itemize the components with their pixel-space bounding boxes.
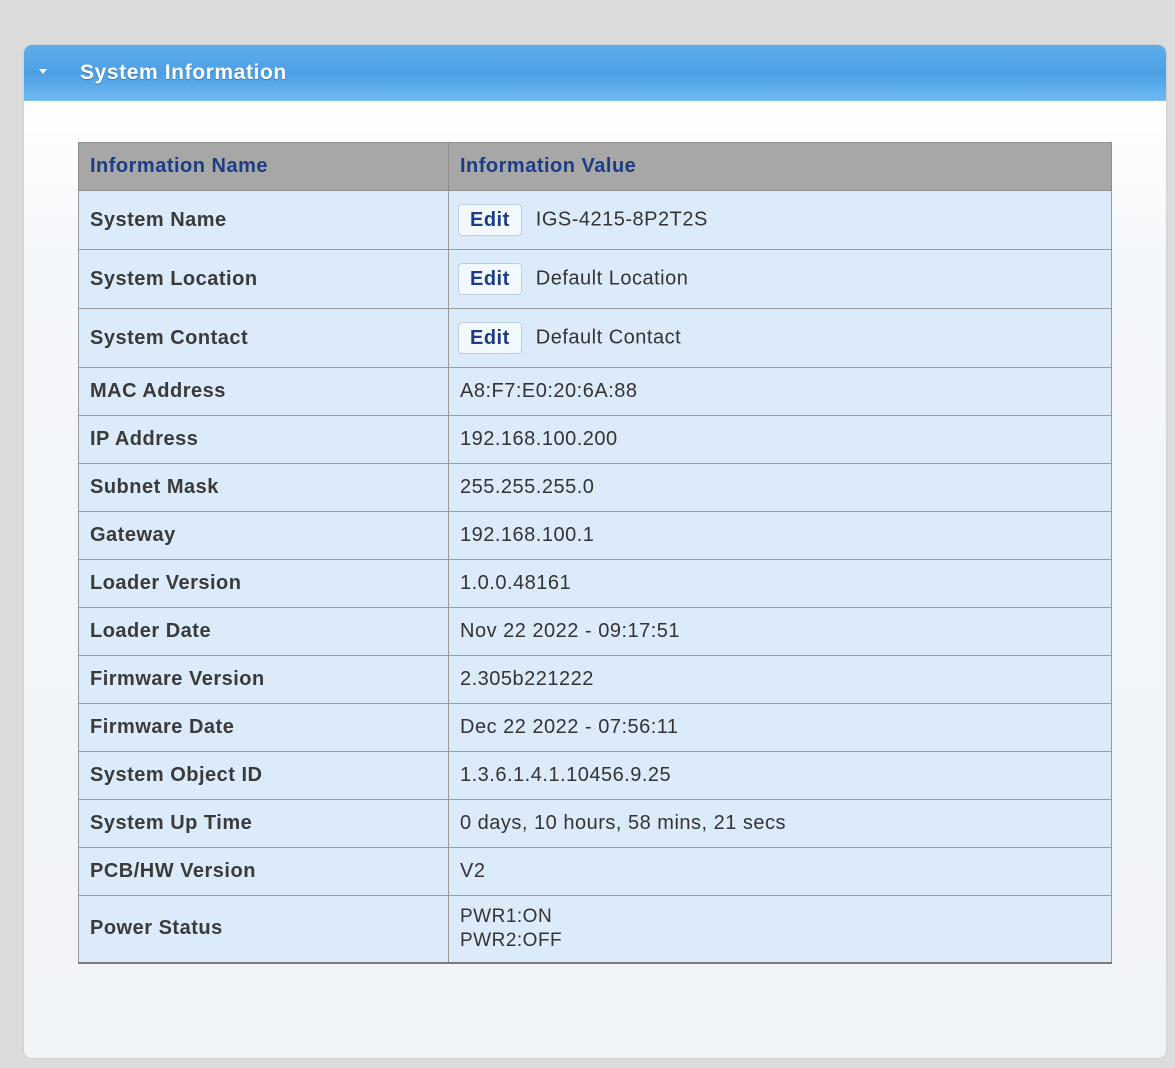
table-row: IP Address 192.168.100.200 bbox=[78, 415, 1112, 464]
info-name: Gateway bbox=[78, 511, 449, 560]
info-value: 0 days, 10 hours, 58 mins, 21 secs bbox=[448, 799, 1112, 848]
table-row: System Up Time 0 days, 10 hours, 58 mins… bbox=[78, 799, 1112, 848]
edit-system-contact-button[interactable]: Edit bbox=[458, 322, 522, 354]
caret-down-icon[interactable] bbox=[39, 69, 47, 74]
info-value: IGS-4215-8P2T2S bbox=[535, 208, 708, 231]
panel-title: System Information bbox=[80, 61, 287, 84]
info-value-cell: Edit Default Location bbox=[448, 249, 1112, 309]
info-value: 2.305b221222 bbox=[448, 655, 1112, 704]
column-header-value: Information Value bbox=[448, 142, 1112, 191]
table-row: System Contact Edit Default Contact bbox=[78, 308, 1112, 368]
info-name: System Up Time bbox=[78, 799, 449, 848]
info-value: V2 bbox=[448, 847, 1112, 896]
table-header-row: Information Name Information Value bbox=[78, 142, 1112, 191]
info-value: 192.168.100.1 bbox=[448, 511, 1112, 560]
info-name: System Location bbox=[78, 249, 449, 309]
system-information-panel: System Information Information Name Info… bbox=[24, 45, 1166, 1058]
info-name: Firmware Date bbox=[78, 703, 449, 752]
info-name: MAC Address bbox=[78, 367, 449, 416]
table-row: Loader Date Nov 22 2022 - 09:17:51 bbox=[78, 607, 1112, 656]
info-value: 1.3.6.1.4.1.10456.9.25 bbox=[448, 751, 1112, 800]
info-value: A8:F7:E0:20:6A:88 bbox=[448, 367, 1112, 416]
info-value: 1.0.0.48161 bbox=[448, 559, 1112, 608]
edit-system-name-button[interactable]: Edit bbox=[458, 204, 522, 236]
info-value-cell: Edit IGS-4215-8P2T2S bbox=[448, 190, 1112, 250]
power-status-line: PWR2:OFF bbox=[460, 929, 563, 951]
info-name: System Name bbox=[78, 190, 449, 250]
table-row: System Location Edit Default Location bbox=[78, 249, 1112, 309]
info-value: Default Location bbox=[535, 267, 689, 290]
table-row: System Object ID 1.3.6.1.4.1.10456.9.25 bbox=[78, 751, 1112, 800]
table-row: Power Status PWR1:ON PWR2:OFF bbox=[78, 895, 1112, 964]
power-status-line: PWR1:ON bbox=[460, 905, 553, 927]
table-row: MAC Address A8:F7:E0:20:6A:88 bbox=[78, 367, 1112, 416]
info-name: Subnet Mask bbox=[78, 463, 449, 512]
column-header-name: Information Name bbox=[78, 142, 449, 191]
table-row: Loader Version 1.0.0.48161 bbox=[78, 559, 1112, 608]
info-name: System Contact bbox=[78, 308, 449, 368]
info-name: IP Address bbox=[78, 415, 449, 464]
info-name: PCB/HW Version bbox=[78, 847, 449, 896]
info-value: 192.168.100.200 bbox=[448, 415, 1112, 464]
table-row: System Name Edit IGS-4215-8P2T2S bbox=[78, 190, 1112, 250]
info-value: Dec 22 2022 - 07:56:11 bbox=[448, 703, 1112, 752]
table-row: PCB/HW Version V2 bbox=[78, 847, 1112, 896]
info-value: 255.255.255.0 bbox=[448, 463, 1112, 512]
info-value: Nov 22 2022 - 09:17:51 bbox=[448, 607, 1112, 656]
info-value-cell: Edit Default Contact bbox=[448, 308, 1112, 368]
info-value: Default Contact bbox=[535, 326, 682, 349]
table-row: Subnet Mask 255.255.255.0 bbox=[78, 463, 1112, 512]
info-name: System Object ID bbox=[78, 751, 449, 800]
system-info-table: Information Name Information Value Syste… bbox=[78, 142, 1112, 964]
table-row: Gateway 192.168.100.1 bbox=[78, 511, 1112, 560]
edit-system-location-button[interactable]: Edit bbox=[458, 263, 522, 295]
info-name: Firmware Version bbox=[78, 655, 449, 704]
info-name: Loader Version bbox=[78, 559, 449, 608]
info-name: Loader Date bbox=[78, 607, 449, 656]
table-row: Firmware Date Dec 22 2022 - 07:56:11 bbox=[78, 703, 1112, 752]
panel-header[interactable]: System Information bbox=[24, 45, 1166, 101]
info-value-cell: PWR1:ON PWR2:OFF bbox=[448, 895, 1112, 964]
info-name: Power Status bbox=[78, 895, 449, 964]
table-row: Firmware Version 2.305b221222 bbox=[78, 655, 1112, 704]
